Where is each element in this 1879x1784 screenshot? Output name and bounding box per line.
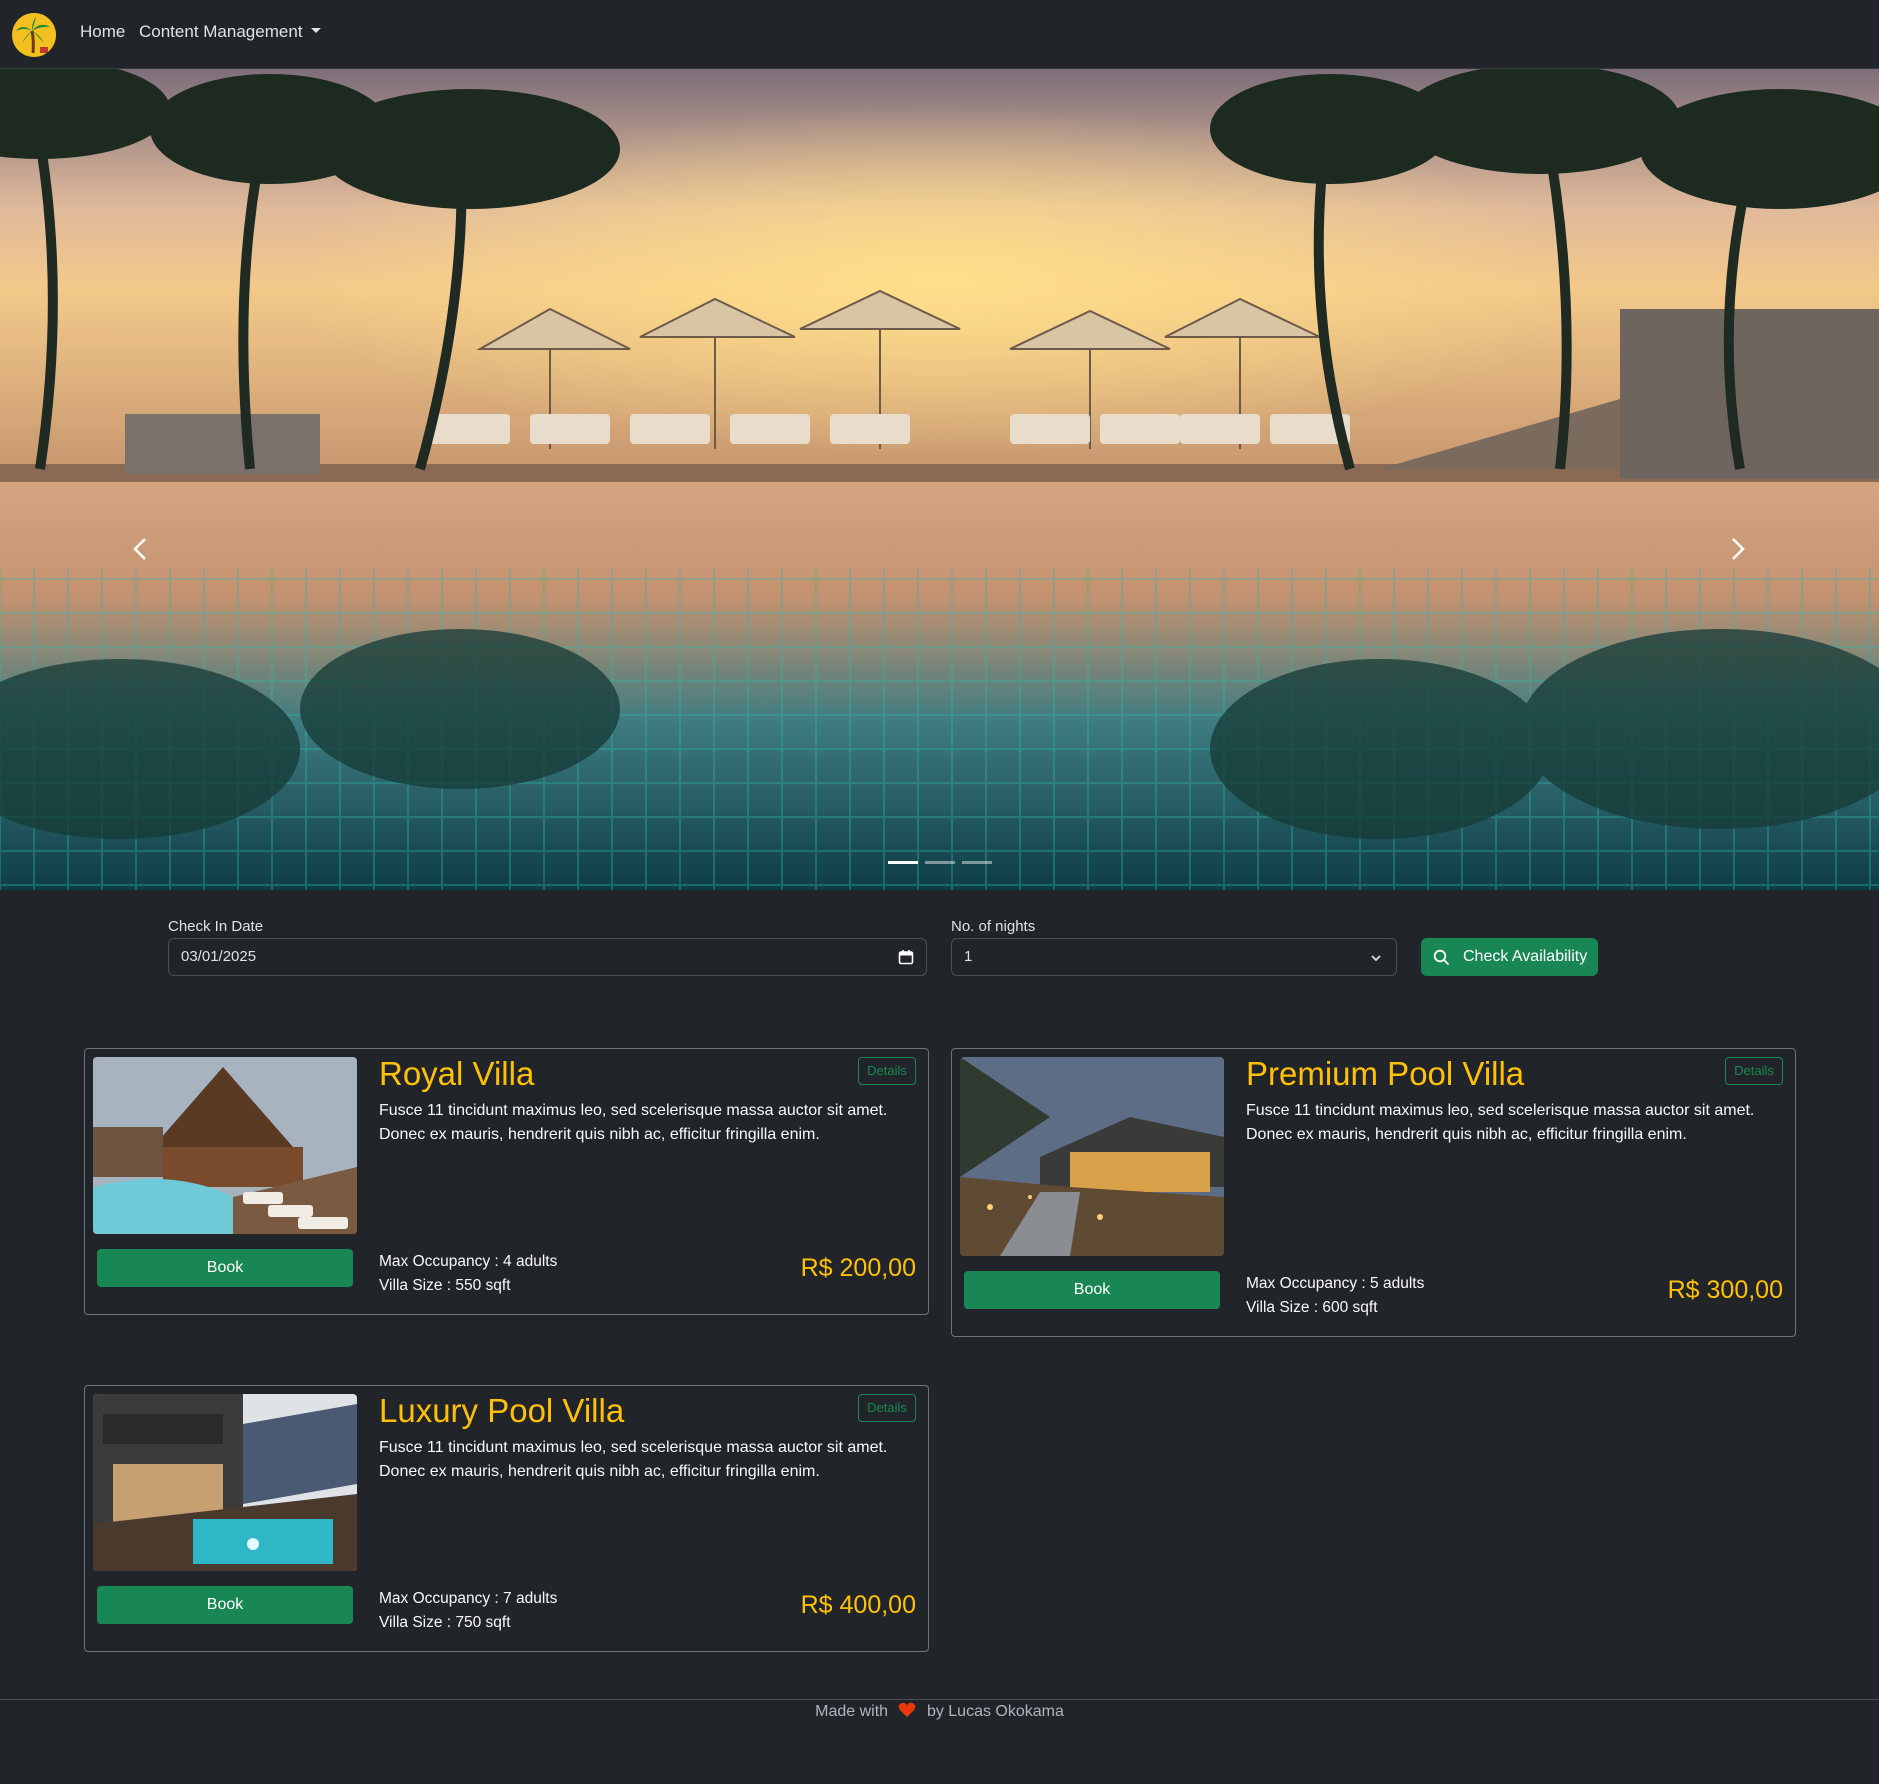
nights-value: 1: [964, 948, 973, 965]
villa-name: Luxury Pool Villa: [379, 1392, 625, 1429]
villa-image: [93, 1057, 357, 1234]
details-button[interactable]: Details: [858, 1057, 916, 1085]
villa-image: [93, 1394, 357, 1571]
book-button[interactable]: Book: [97, 1586, 353, 1624]
check-availability-button[interactable]: Check Availability: [1421, 938, 1598, 976]
details-button[interactable]: Details: [1725, 1057, 1783, 1085]
footer-made-with: Made with: [815, 1703, 889, 1720]
carousel-indicators: [888, 859, 993, 867]
search-icon: [1433, 949, 1450, 966]
villa-description: Fusce 11 tincidunt maximus leo, sed scel…: [379, 1439, 888, 1480]
carousel-next-button[interactable]: [1723, 524, 1753, 574]
check-in-date-input[interactable]: 03/01/2025: [168, 938, 927, 976]
heart-icon: [899, 1702, 916, 1717]
carousel-prev-button[interactable]: [125, 524, 155, 574]
chevron-left-icon: [133, 538, 146, 560]
footer-author: by Lucas Okokama: [926, 1703, 1064, 1720]
details-button[interactable]: Details: [858, 1394, 916, 1422]
footer: Made with by Lucas Okokama: [0, 1702, 1879, 1721]
caret-down-icon: [310, 28, 321, 33]
nav-content-management-label: Content Management: [139, 22, 303, 41]
check-in-label: Check In Date: [168, 918, 264, 935]
villa-name: Royal Villa: [379, 1055, 535, 1092]
hero-image: [0, 69, 1879, 890]
navbar: Home Content Management: [0, 0, 1879, 69]
palm-tree-logo-icon[interactable]: [12, 13, 56, 57]
villa-card: Book Royal Villa Details Fusce 11 tincid…: [84, 1048, 929, 1315]
chevron-down-icon: [1371, 955, 1381, 962]
villa-price: R$ 300,00: [1667, 1276, 1783, 1304]
villa-size: Villa Size : 600 sqft: [1246, 1299, 1378, 1316]
villa-occupancy: Max Occupancy : 7 adults: [379, 1590, 558, 1607]
check-availability-label: Check Availability: [1463, 948, 1588, 965]
nights-select[interactable]: 1: [951, 938, 1397, 976]
hero-carousel: [0, 69, 1879, 890]
book-button[interactable]: Book: [97, 1249, 353, 1287]
check-in-value: 03/01/2025: [181, 948, 257, 965]
villa-occupancy: Max Occupancy : 5 adults: [1246, 1275, 1425, 1292]
book-button[interactable]: Book: [964, 1271, 1220, 1309]
villa-price: R$ 400,00: [800, 1591, 916, 1619]
nav-home-link[interactable]: Home: [80, 22, 125, 42]
calendar-icon[interactable]: [898, 949, 914, 965]
villa-description: Fusce 11 tincidunt maximus leo, sed scel…: [379, 1102, 888, 1143]
villa-description: Fusce 11 tincidunt maximus leo, sed scel…: [1246, 1102, 1755, 1143]
villa-price: R$ 200,00: [800, 1254, 916, 1282]
villa-name: Premium Pool Villa: [1246, 1055, 1525, 1092]
nav-content-management-dropdown[interactable]: Content Management: [139, 22, 321, 42]
villa-occupancy: Max Occupancy : 4 adults: [379, 1253, 558, 1270]
villa-size: Villa Size : 550 sqft: [379, 1277, 511, 1294]
villa-size: Villa Size : 750 sqft: [379, 1614, 511, 1631]
carousel-indicator-1[interactable]: [888, 861, 918, 864]
footer-divider: [0, 1699, 1879, 1700]
villa-image: [960, 1057, 1224, 1256]
villa-card: Book Premium Pool Villa Details Fusce 11…: [951, 1048, 1796, 1337]
carousel-indicator-2[interactable]: [925, 861, 955, 864]
chevron-right-icon: [1732, 538, 1745, 560]
nights-label: No. of nights: [951, 918, 1036, 935]
villa-card: Book Luxury Pool Villa Details Fusce 11 …: [84, 1385, 929, 1652]
carousel-indicator-3[interactable]: [962, 861, 992, 864]
